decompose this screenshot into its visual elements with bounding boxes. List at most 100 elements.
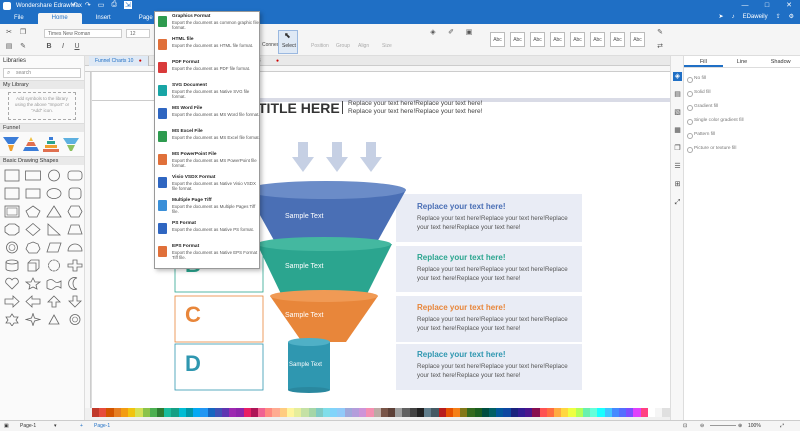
palette-swatch[interactable]: [467, 408, 475, 417]
user-name[interactable]: EDaweily: [743, 14, 768, 20]
page-layout-icon[interactable]: ▣: [4, 421, 9, 431]
position-button[interactable]: Position: [311, 43, 329, 49]
arrow-left-shape[interactable]: [24, 294, 42, 308]
tab-home[interactable]: Home: [37, 13, 82, 24]
star-6-shape[interactable]: [3, 312, 21, 326]
my-library-section[interactable]: My Library: [0, 80, 84, 89]
row-body-c-1[interactable]: Replace your text here!Replace your text…: [417, 316, 568, 323]
data-panel-icon[interactable]: ▦: [673, 126, 682, 135]
palette-swatch[interactable]: [229, 408, 237, 417]
export-html-item[interactable]: HTML file Export the document as HTML fi…: [155, 36, 259, 59]
palette-swatch[interactable]: [481, 408, 490, 417]
rounded-square-shape[interactable]: [66, 186, 84, 200]
octagon-shape[interactable]: [3, 222, 21, 236]
zoom-in-icon[interactable]: ⊕: [738, 421, 742, 431]
cylinder-shape[interactable]: [3, 258, 21, 272]
palette-swatch[interactable]: [113, 408, 121, 417]
style-panel-icon[interactable]: ▤: [673, 90, 682, 99]
palette-swatch[interactable]: [200, 408, 208, 417]
rectangle-shape[interactable]: [24, 168, 42, 182]
funnel-section[interactable]: Funnel: [0, 123, 84, 132]
export-tiff-item[interactable]: Multiple Page Tiff Export the document a…: [155, 197, 259, 220]
palette-swatch[interactable]: [489, 408, 497, 417]
palette-swatch[interactable]: [351, 408, 360, 417]
layer-label-d[interactable]: Sample Text: [289, 362, 322, 368]
letter-c[interactable]: C: [185, 302, 201, 328]
page-dropdown-icon[interactable]: ▾: [54, 421, 57, 431]
palette-swatch[interactable]: [575, 408, 583, 417]
fill-panel-icon[interactable]: ◈: [673, 72, 682, 81]
export-excel-item[interactable]: MS Excel File Export the document as MS …: [155, 128, 260, 151]
cut-icon[interactable]: ✂: [4, 28, 14, 38]
pentagon-shape[interactable]: [24, 204, 42, 218]
doc-tab-2-close-icon[interactable]: ●: [276, 58, 279, 64]
row-heading-c[interactable]: Replace your text here!: [417, 303, 505, 312]
shadow-icon[interactable]: ▣: [464, 28, 474, 38]
row-body-c-2[interactable]: your text here!Replace your text here!: [417, 325, 521, 332]
size-button[interactable]: Size: [382, 43, 392, 49]
palette-swatch[interactable]: [496, 408, 504, 417]
style-preset-1[interactable]: Abc: [490, 32, 505, 47]
palette-swatch[interactable]: [265, 408, 273, 417]
row-body-b-1[interactable]: Replace your text here!Replace your text…: [417, 266, 568, 273]
funnel-shape-3[interactable]: [43, 136, 59, 152]
palette-swatch[interactable]: [554, 408, 562, 417]
heptagon-shape[interactable]: [24, 240, 42, 254]
row-body-b-2[interactable]: your text here!Replace your text here!: [417, 275, 521, 282]
palette-swatch[interactable]: [185, 408, 194, 417]
heart-shape[interactable]: [3, 276, 21, 290]
trapezoid-shape[interactable]: [66, 222, 84, 236]
palette-swatch[interactable]: [662, 408, 670, 417]
palette-swatch[interactable]: [460, 408, 468, 417]
palette-swatch[interactable]: [193, 408, 201, 417]
badge-shape[interactable]: [66, 312, 84, 326]
palette-swatch[interactable]: [395, 408, 403, 417]
palette-swatch[interactable]: [380, 408, 388, 417]
arrow-right-shape[interactable]: [3, 294, 21, 308]
tab-file[interactable]: File: [0, 13, 38, 24]
palette-swatch[interactable]: [308, 408, 316, 417]
palette-swatch[interactable]: [532, 408, 540, 417]
export-icon[interactable]: ⇲: [123, 1, 132, 9]
palette-swatch[interactable]: [92, 408, 100, 417]
tab-insert[interactable]: Insert: [82, 13, 125, 24]
funnel-shape-4[interactable]: [63, 136, 79, 152]
circle-shape[interactable]: [45, 168, 63, 182]
expand-icon[interactable]: ⤢: [673, 198, 682, 207]
wave-shape[interactable]: [45, 276, 63, 290]
row-body-d-2[interactable]: your text here!Replace your text here!: [417, 372, 521, 379]
navigation-icon[interactable]: ⊞: [673, 180, 682, 189]
square-shape[interactable]: [3, 168, 21, 182]
export-eps-item[interactable]: EPS Format Export the document as Native…: [155, 243, 259, 266]
palette-swatch[interactable]: [655, 408, 663, 417]
redo-icon[interactable]: ↷: [85, 1, 91, 9]
basic-shapes-section[interactable]: Basic Drawing Shapes: [0, 156, 84, 165]
close-button[interactable]: ✕: [778, 0, 800, 12]
style-preset-8[interactable]: Abc: [630, 32, 645, 47]
ring-shape[interactable]: [3, 240, 21, 254]
palette-swatch[interactable]: [286, 408, 295, 417]
star-shape[interactable]: [24, 276, 42, 290]
funnel-shape-2[interactable]: [23, 136, 39, 152]
align-button[interactable]: Align: [358, 43, 369, 49]
layer-label-c[interactable]: Sample Text: [285, 312, 323, 319]
palette-swatch[interactable]: [323, 408, 331, 417]
row-body-a-1[interactable]: Replace your text here!Replace your text…: [417, 215, 568, 222]
font-name-select[interactable]: Times New Roman: [44, 29, 122, 38]
dodecagon-shape[interactable]: [45, 258, 63, 272]
moon-shape[interactable]: [66, 276, 84, 290]
arrow-down-shape[interactable]: [66, 294, 84, 308]
row-heading-b[interactable]: Replace your text here!: [417, 253, 505, 262]
layer-label-b[interactable]: Sample Text: [285, 263, 323, 270]
palette-swatch[interactable]: [402, 408, 410, 417]
rect-shape-3[interactable]: [24, 186, 42, 200]
palette-swatch[interactable]: [517, 408, 526, 417]
palette-swatch[interactable]: [359, 408, 367, 417]
palette-swatch[interactable]: [510, 408, 518, 417]
font-size-select[interactable]: 12: [126, 29, 150, 38]
triangle-small-shape[interactable]: [45, 312, 63, 326]
half-circle-shape[interactable]: [66, 240, 84, 254]
row-heading-d[interactable]: Replace your text here!: [417, 350, 505, 359]
palette-swatch[interactable]: [294, 408, 302, 417]
palette-swatch[interactable]: [315, 408, 323, 417]
